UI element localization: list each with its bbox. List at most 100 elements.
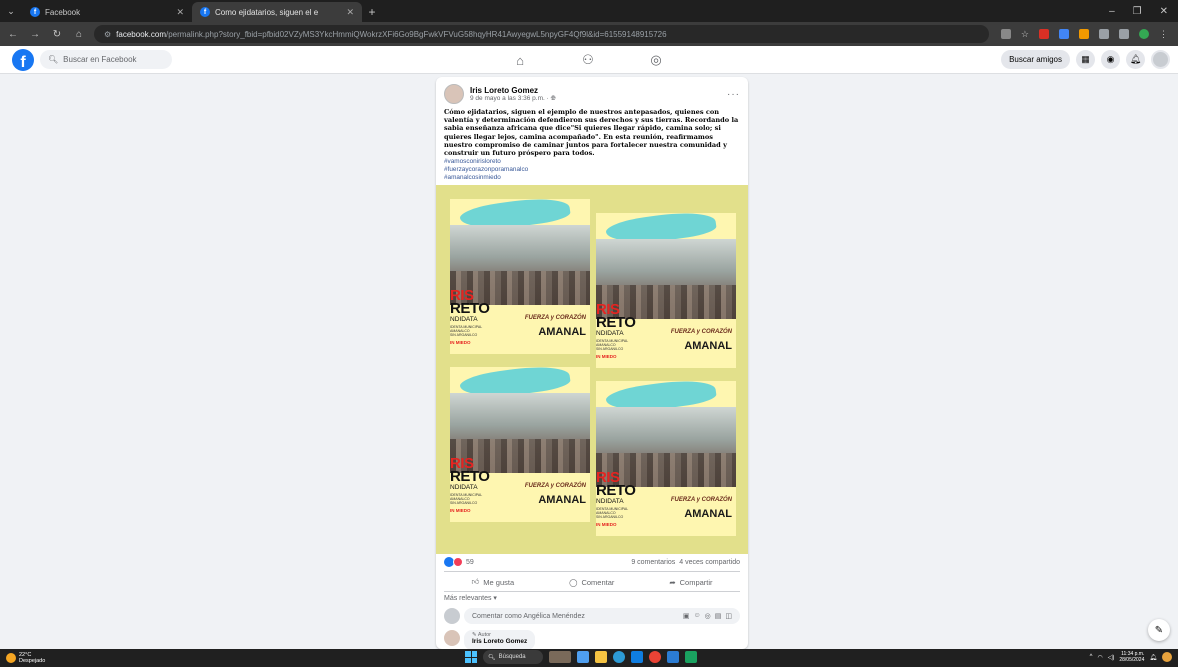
facebook-header: f 🔍︎ Buscar en Facebook ⌂ ⚇ ◎ Buscar ami… xyxy=(0,46,1178,74)
shares-count[interactable]: 4 veces compartido xyxy=(679,559,740,566)
comment-input[interactable]: Comentar como Angélica Menéndez ▣ ☺ ◎ ▤ … xyxy=(464,608,740,624)
reactions-summary[interactable]: 59 xyxy=(444,557,474,567)
author-name[interactable]: Iris Loreto Gomez xyxy=(470,86,556,95)
file-explorer-icon[interactable] xyxy=(595,651,607,663)
avatar-sticker-icon[interactable]: ▣ xyxy=(683,612,690,620)
comment-sort-dropdown[interactable]: Más relevantes ▾ xyxy=(444,594,497,602)
wifi-icon[interactable]: ◠ xyxy=(1097,654,1102,661)
tab-title: Facebook xyxy=(45,7,81,17)
gif-icon[interactable]: ▤ xyxy=(715,612,722,620)
extension-orange-icon[interactable] xyxy=(1079,29,1089,39)
volume-icon[interactable]: ◁) xyxy=(1108,654,1115,661)
close-tab-icon[interactable]: ✕ xyxy=(346,7,354,18)
home-icon[interactable]: ⌂ xyxy=(72,29,86,40)
find-friends-button[interactable]: Buscar amigos xyxy=(1001,50,1070,69)
commenter-avatar[interactable] xyxy=(444,630,460,646)
love-reaction-icon xyxy=(453,557,463,567)
reading-list-icon[interactable] xyxy=(1119,29,1129,39)
widget-icon[interactable] xyxy=(549,651,571,663)
address-bar[interactable]: ⚙ facebook.com /permalink.php?story_fbid… xyxy=(94,25,989,43)
post-photo[interactable]: RIS RETO NDIDATA IDENTA MUNICIPAL AMANALC… xyxy=(436,185,748,554)
comments-count[interactable]: 9 comentarios xyxy=(631,559,675,566)
poster-candidate: NDIDATA xyxy=(450,484,478,491)
hashtag-link[interactable]: #vamosconirisloreto xyxy=(444,158,740,166)
commenter-name[interactable]: Iris Loreto Gomez xyxy=(472,638,527,645)
poster-slogan: FUERZA y CORAZÓN xyxy=(524,315,586,321)
browser-menu-icon[interactable]: ⋮ xyxy=(1159,29,1168,39)
browser-toolbar: ← → ↻ ⌂ ⚙ facebook.com /permalink.php?st… xyxy=(0,22,1178,46)
excel-icon[interactable] xyxy=(685,651,697,663)
camera-icon[interactable]: ◎ xyxy=(705,612,711,620)
extension-shield-icon[interactable] xyxy=(1059,29,1069,39)
profile-avatar-icon[interactable] xyxy=(1139,29,1149,39)
globe-icon: 🌐︎ xyxy=(550,94,556,102)
facebook-logo-icon[interactable]: f xyxy=(12,48,34,71)
more-options-icon[interactable]: ··· xyxy=(727,89,740,100)
word-icon[interactable] xyxy=(667,651,679,663)
bookmark-star-icon[interactable]: ☆ xyxy=(1021,29,1029,39)
reload-icon[interactable]: ↻ xyxy=(50,29,64,40)
back-arrow-icon[interactable]: ← xyxy=(6,29,20,40)
new-message-compose-icon[interactable]: ✎ xyxy=(1148,619,1170,641)
minimize-icon[interactable]: – xyxy=(1109,6,1115,17)
taskbar-search[interactable]: 🔍︎ Búsqueda xyxy=(483,650,543,664)
like-button[interactable]: 👍︎ Me gusta xyxy=(471,577,514,587)
edge-icon[interactable] xyxy=(613,651,625,663)
restore-icon[interactable]: ❐ xyxy=(1133,6,1142,17)
like-label: Me gusta xyxy=(483,577,515,587)
chrome-icon[interactable] xyxy=(649,651,661,663)
facebook-search-input[interactable]: 🔍︎ Buscar en Facebook xyxy=(40,50,172,69)
poster-town: AMANAL xyxy=(684,508,732,520)
sort-label: Más relevantes xyxy=(444,595,492,602)
hashtag-link[interactable]: #amanalcosinmiedo xyxy=(444,174,740,182)
home-nav-icon[interactable]: ⌂ xyxy=(510,53,530,68)
notification-bell-icon[interactable]: 🔔︎ xyxy=(1149,654,1157,661)
new-tab-button[interactable]: + xyxy=(362,2,382,22)
facebook-main-nav: ⌂ ⚇ ◎ xyxy=(510,46,666,74)
comment-button[interactable]: ◯ Comentar xyxy=(569,578,614,587)
notifications-bell-icon[interactable]: 🔔︎ xyxy=(1126,50,1145,69)
extensions-puzzle-icon[interactable] xyxy=(1099,29,1109,39)
reaction-count: 59 xyxy=(466,558,474,566)
poster-name-bottom: RETO xyxy=(450,468,490,485)
comment-composer: Comentar como Angélica Menéndez ▣ ☺ ◎ ▤ … xyxy=(444,608,740,624)
weather-widget[interactable]: 22°C Despejado xyxy=(0,652,45,664)
forward-arrow-icon[interactable]: → xyxy=(28,29,42,40)
viewer-avatar xyxy=(444,608,460,624)
task-view-icon[interactable] xyxy=(577,651,589,663)
emoji-icon[interactable]: ☺ xyxy=(693,612,700,620)
poster-tile: RIS RETO NDIDATA IDENTA MUNICIPAL AMANALC… xyxy=(450,199,590,354)
menu-grid-icon[interactable]: ▦ xyxy=(1076,50,1095,69)
poster-slogan: FUERZA y CORAZÓN xyxy=(524,483,586,489)
post-timestamp[interactable]: 9 de mayo a las 3:36 p.m. · xyxy=(470,95,549,102)
friends-nav-icon[interactable]: ⚇ xyxy=(578,52,598,68)
poster-slogan: FUERZA y CORAZÓN xyxy=(670,497,732,503)
windows-start-icon[interactable] xyxy=(465,651,477,663)
search-placeholder: Buscar en Facebook xyxy=(63,55,137,64)
comment-bubble: ✎ Autor Iris Loreto Gomez xyxy=(464,630,536,649)
close-window-icon[interactable]: ✕ xyxy=(1160,6,1168,17)
share-button[interactable]: ➦ Compartir xyxy=(669,578,712,587)
copilot-icon[interactable] xyxy=(1162,652,1172,662)
sticker-icon[interactable]: ◫ xyxy=(725,612,732,620)
chevron-up-icon[interactable]: ^ xyxy=(1090,654,1093,660)
comment-label: Comentar xyxy=(581,577,615,587)
comment-placeholder: Comentar como Angélica Menéndez xyxy=(472,612,585,620)
site-info-icon[interactable]: ⚙ xyxy=(104,30,111,39)
cast-icon[interactable] xyxy=(1000,29,1011,39)
close-tab-icon[interactable]: ✕ xyxy=(176,7,184,18)
share-arrow-icon: ➦ xyxy=(669,577,676,587)
hashtag-link[interactable]: #fuerzaycorazonporamanalco xyxy=(444,166,740,174)
author-avatar[interactable] xyxy=(444,84,464,104)
account-avatar[interactable] xyxy=(1151,50,1170,69)
store-icon[interactable] xyxy=(631,651,643,663)
messenger-icon[interactable]: ◉ xyxy=(1101,50,1120,69)
poster-tile: RIS RETO NDIDATA IDENTA MUNICIPAL AMANALC… xyxy=(596,213,736,368)
groups-nav-icon[interactable]: ◎ xyxy=(646,52,666,68)
tab-post[interactable]: f Como ejidatarios, siguen el e ✕ xyxy=(192,2,362,22)
poster-small-text: IDENTA MUNICIPAL AMANALCO SIN ARGANILCO xyxy=(596,339,629,351)
tab-search-chevron-icon[interactable]: ⌄ xyxy=(0,0,22,22)
tab-facebook[interactable]: f Facebook ✕ xyxy=(22,2,192,22)
taskbar-clock[interactable]: 11:34 p.m. 28/05/2024 xyxy=(1119,651,1144,663)
extension-red-icon[interactable] xyxy=(1039,29,1049,39)
